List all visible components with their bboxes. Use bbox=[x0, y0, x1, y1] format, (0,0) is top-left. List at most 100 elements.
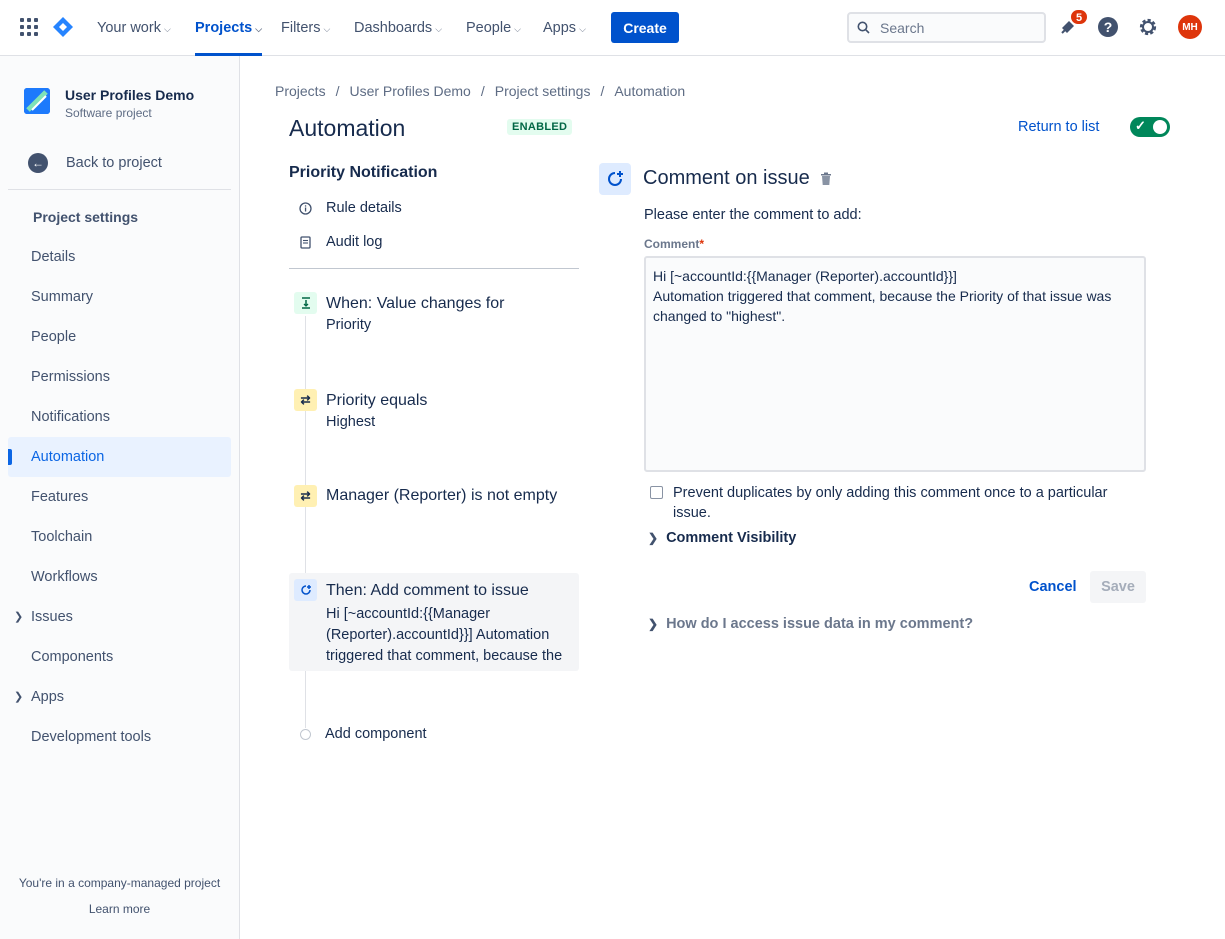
audit-log-link[interactable]: Audit log bbox=[298, 234, 382, 250]
create-button[interactable]: Create bbox=[611, 12, 679, 43]
rule-step-condition-manager[interactable]: ⇄ Manager (Reporter) is not empty bbox=[289, 481, 579, 541]
rule-divider bbox=[289, 268, 579, 269]
add-circle-icon bbox=[300, 728, 311, 740]
sidebar-item-label: Issues bbox=[31, 609, 73, 625]
audit-log-label: Audit log bbox=[326, 234, 383, 250]
app-switcher-icon[interactable] bbox=[20, 18, 38, 36]
comment-label-text: Comment bbox=[644, 237, 700, 251]
nav-label: Filters bbox=[281, 20, 321, 36]
sidebar-item-label: Workflows bbox=[31, 569, 98, 585]
comment-field-label: Comment* bbox=[644, 237, 704, 251]
sidebar-item-toolchain[interactable]: Toolchain bbox=[8, 517, 231, 557]
add-component-button[interactable]: Add component bbox=[300, 726, 427, 742]
comment-textarea[interactable]: Hi [~accountId:{{Manager (Reporter).acco… bbox=[644, 256, 1146, 472]
breadcrumb-automation[interactable]: Automation bbox=[614, 83, 685, 99]
rule-step-action-comment[interactable]: Then: Add comment to issue Hi [~accountI… bbox=[289, 573, 579, 671]
sidebar-item-label: Development tools bbox=[31, 729, 152, 745]
sidebar-item-label: Toolchain bbox=[31, 529, 93, 545]
sidebar-item-people[interactable]: People bbox=[8, 317, 231, 357]
chevron-down-icon: ⌵ bbox=[323, 24, 331, 34]
learn-more-link[interactable]: Learn more bbox=[0, 902, 239, 916]
nav-your-work[interactable]: Your work ⌵ bbox=[97, 0, 171, 56]
breadcrumb-separator: / bbox=[480, 83, 485, 99]
chevron-down-icon: ⌵ bbox=[514, 24, 521, 34]
sidebar-item-features[interactable]: Features bbox=[8, 477, 231, 517]
project-avatar-icon bbox=[24, 88, 50, 114]
chevron-down-icon: ⌵ bbox=[579, 24, 586, 34]
nav-label: Dashboards bbox=[354, 20, 433, 36]
sidebar-item-label: Permissions bbox=[31, 369, 110, 385]
back-to-project-link[interactable]: ← Back to project bbox=[28, 153, 162, 173]
sidebar-item-automation[interactable]: Automation bbox=[8, 437, 231, 477]
sidebar-item-development-tools[interactable]: Development tools bbox=[8, 717, 231, 757]
sidebar-item-components[interactable]: Components bbox=[8, 637, 231, 677]
rule-name: Priority Notification bbox=[289, 164, 438, 181]
sidebar-item-label: Notifications bbox=[31, 409, 110, 425]
panel-title: Comment on issue bbox=[643, 167, 810, 189]
user-avatar[interactable]: MH bbox=[1178, 15, 1202, 39]
nav-apps[interactable]: Apps ⌵ bbox=[543, 0, 586, 56]
project-type-note: You're in a company-managed project bbox=[18, 876, 221, 890]
comment-prompt: Please enter the comment to add: bbox=[644, 207, 862, 223]
sidebar-item-apps[interactable]: ❯ Apps bbox=[8, 677, 231, 717]
check-icon: ✓ bbox=[1135, 118, 1146, 133]
return-to-list-link[interactable]: Return to list bbox=[1018, 119, 1099, 135]
project-name[interactable]: User Profiles Demo bbox=[65, 87, 194, 103]
step-subtitle: Highest bbox=[326, 414, 376, 430]
search-input[interactable]: Search bbox=[847, 12, 1046, 43]
nav-dashboards[interactable]: Dashboards ⌵ bbox=[354, 0, 442, 56]
breadcrumb-projects[interactable]: Projects bbox=[275, 83, 326, 99]
prevent-duplicates-checkbox[interactable] bbox=[650, 486, 663, 499]
shuffle-icon: ⇄ bbox=[294, 389, 317, 411]
step-title: Manager (Reporter) is not empty bbox=[326, 487, 558, 504]
nav-projects[interactable]: Projects ⌵ bbox=[195, 0, 263, 56]
chevron-right-icon[interactable]: ❯ bbox=[14, 597, 23, 637]
help-icon[interactable]: ? bbox=[1096, 15, 1120, 39]
settings-gear-icon[interactable] bbox=[1136, 15, 1160, 39]
sidebar-item-label: People bbox=[31, 329, 77, 345]
trash-icon[interactable] bbox=[820, 172, 832, 186]
page-title: Automation bbox=[289, 115, 406, 141]
nav-filters[interactable]: Filters ⌵ bbox=[281, 0, 330, 56]
nav-label: People bbox=[466, 20, 512, 36]
jira-logo-icon[interactable] bbox=[52, 16, 74, 38]
sidebar-item-label: Automation bbox=[31, 449, 105, 465]
sidebar-item-label: Features bbox=[31, 489, 89, 505]
sidebar-item-label: Summary bbox=[31, 289, 94, 305]
breadcrumb-project[interactable]: User Profiles Demo bbox=[349, 83, 470, 99]
nav-people[interactable]: People ⌵ bbox=[466, 0, 521, 56]
sidebar-item-permissions[interactable]: Permissions bbox=[8, 357, 231, 397]
step-title: Priority equals bbox=[326, 392, 428, 409]
required-indicator: * bbox=[699, 237, 705, 251]
chevron-right-icon[interactable]: ❯ bbox=[14, 677, 23, 717]
rule-step-condition-priority[interactable]: ⇄ Priority equals Highest bbox=[289, 385, 579, 445]
sidebar-item-issues[interactable]: ❯ Issues bbox=[8, 597, 231, 637]
comment-visibility-expander[interactable]: ❯ Comment Visibility bbox=[648, 530, 796, 546]
trigger-icon bbox=[294, 292, 317, 314]
search-icon bbox=[857, 21, 870, 34]
sidebar-item-notifications[interactable]: Notifications bbox=[8, 397, 231, 437]
breadcrumb-project-settings[interactable]: Project settings bbox=[495, 83, 591, 99]
prevent-duplicates-label: Prevent duplicates by only adding this c… bbox=[673, 485, 1108, 521]
search-placeholder: Search bbox=[880, 19, 925, 36]
step-subtitle: Priority bbox=[326, 317, 372, 333]
issue-data-help-expander[interactable]: ❯ How do I access issue data in my comme… bbox=[648, 616, 973, 632]
rule-step-trigger[interactable]: When: Value changes for Priority bbox=[289, 288, 579, 348]
sidebar-item-label: Components bbox=[31, 649, 114, 665]
top-navigation: Your work ⌵ Projects ⌵ Filters ⌵ Dashboards… bbox=[0, 0, 1225, 56]
document-icon bbox=[298, 235, 312, 249]
chevron-right-icon: ❯ bbox=[648, 617, 659, 631]
rule-enabled-toggle[interactable]: ✓ bbox=[1130, 117, 1170, 137]
back-to-project-label: Back to project bbox=[66, 155, 162, 171]
sidebar-item-workflows[interactable]: Workflows bbox=[8, 557, 231, 597]
save-button[interactable]: Save bbox=[1090, 571, 1146, 603]
rule-details-link[interactable]: Rule details bbox=[298, 200, 402, 216]
sidebar-divider bbox=[8, 189, 231, 190]
chevron-down-icon: ⌵ bbox=[255, 24, 263, 34]
nav-label: Projects bbox=[195, 20, 253, 36]
sidebar-item-details[interactable]: Details bbox=[8, 237, 231, 277]
sidebar-item-summary[interactable]: Summary bbox=[8, 277, 231, 317]
cancel-button[interactable]: Cancel bbox=[1029, 579, 1077, 595]
breadcrumb-separator: / bbox=[335, 83, 340, 99]
prevent-duplicates-option[interactable]: Prevent duplicates by only adding this c… bbox=[650, 483, 1146, 523]
